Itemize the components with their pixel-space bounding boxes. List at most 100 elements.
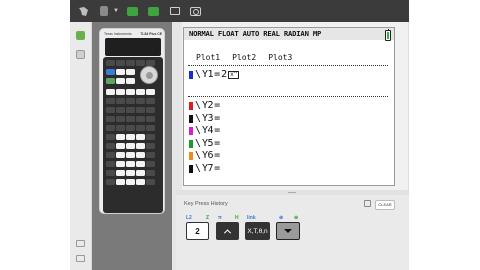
calculator-key[interactable]	[146, 143, 155, 149]
calculator-key[interactable]	[146, 125, 155, 131]
function-row-y3[interactable]: \ Y3 =	[189, 113, 221, 124]
exponent-cursor: x^	[228, 70, 240, 79]
calculator-key[interactable]	[126, 143, 135, 149]
calculator-key[interactable]	[136, 161, 145, 167]
calculator-key[interactable]	[106, 98, 115, 104]
calculator-key[interactable]	[126, 78, 135, 84]
calculator-key[interactable]	[146, 161, 155, 167]
calculator-menu-icon[interactable]	[97, 5, 111, 17]
calculator-key[interactable]	[116, 125, 125, 131]
calculator-key[interactable]	[116, 170, 125, 176]
function-row-y5[interactable]: \ Y5 =	[189, 138, 221, 149]
calculator-key[interactable]	[146, 179, 155, 185]
backslash-indicator: \	[195, 125, 202, 136]
history-key-2[interactable]: 2	[186, 222, 209, 240]
calculator-key[interactable]	[106, 170, 115, 176]
calculator-key[interactable]	[146, 116, 155, 122]
calculator-key[interactable]	[126, 125, 135, 131]
calculator-key[interactable]	[136, 152, 145, 158]
calculator-key[interactable]	[136, 60, 145, 66]
calculator-key[interactable]	[146, 98, 155, 104]
calculator-key[interactable]	[106, 134, 115, 140]
plot3-label[interactable]: Plot3	[268, 53, 292, 62]
history-key-up[interactable]	[216, 222, 239, 240]
calculator-key[interactable]	[116, 179, 125, 185]
dpad[interactable]	[140, 66, 158, 84]
chevron-down-icon[interactable]: ▼	[113, 8, 119, 14]
calculator-key[interactable]	[116, 116, 125, 122]
calculator-key[interactable]	[116, 143, 125, 149]
keypad-icon[interactable]	[126, 5, 140, 17]
calculator-keypad[interactable]	[103, 57, 163, 213]
calculator-key[interactable]	[116, 60, 125, 66]
calculator-key[interactable]	[116, 78, 125, 84]
calculator-key[interactable]	[126, 69, 135, 75]
calculator-key[interactable]	[136, 116, 145, 122]
history-key-xtthetan[interactable]: X,T,θ,n	[245, 222, 270, 240]
settings-icon[interactable]	[76, 255, 85, 262]
keyboard-icon[interactable]	[76, 240, 85, 247]
calculator-key[interactable]	[106, 161, 115, 167]
function-row-y7[interactable]: \ Y7 =	[189, 163, 221, 174]
calculator-key[interactable]	[106, 179, 115, 185]
calculator-key[interactable]	[126, 161, 135, 167]
calculator-key[interactable]	[126, 152, 135, 158]
calculator-key[interactable]	[116, 69, 125, 75]
calculator-key[interactable]	[116, 152, 125, 158]
clear-button[interactable]: CLEAR	[375, 200, 395, 210]
ti-logo-icon[interactable]	[76, 5, 90, 17]
calculator-key[interactable]	[146, 89, 155, 95]
calculator-key[interactable]	[136, 170, 145, 176]
history-key-down[interactable]	[276, 222, 300, 240]
calculator-key[interactable]	[106, 152, 115, 158]
calculator-key[interactable]	[126, 98, 135, 104]
function-expression[interactable]: 2	[221, 69, 227, 80]
calculator-key[interactable]	[136, 98, 145, 104]
function-row-y1[interactable]: \ Y1 = 2 x^	[189, 69, 240, 80]
calculator-key[interactable]	[136, 89, 145, 95]
calculator-key[interactable]	[146, 152, 155, 158]
calculator-key[interactable]	[146, 60, 155, 66]
left-rail	[70, 22, 92, 270]
calculator-key[interactable]	[126, 60, 135, 66]
calculator-key[interactable]	[136, 125, 145, 131]
calculator-key[interactable]	[136, 107, 145, 113]
calculator-key[interactable]	[136, 179, 145, 185]
calculator-key[interactable]	[126, 179, 135, 185]
display-icon[interactable]	[147, 5, 161, 17]
calculator-key[interactable]	[116, 134, 125, 140]
calculator-key[interactable]	[146, 134, 155, 140]
calculator-key[interactable]	[126, 107, 135, 113]
calculator-key[interactable]	[126, 89, 135, 95]
calculator-screen[interactable]: NORMAL FLOAT AUTO REAL RADIAN MP Plot1 P…	[183, 27, 395, 186]
calculator-key[interactable]	[126, 170, 135, 176]
function-row-y4[interactable]: \ Y4 =	[189, 125, 221, 136]
calculator-key[interactable]	[116, 98, 125, 104]
calculator-key[interactable]	[106, 143, 115, 149]
calculator-key[interactable]	[106, 60, 115, 66]
trash-icon[interactable]	[364, 200, 371, 207]
plot2-label[interactable]: Plot2	[232, 53, 256, 62]
calculator-key[interactable]	[146, 170, 155, 176]
calculator-icon[interactable]	[76, 31, 85, 40]
calculator-key[interactable]	[116, 89, 125, 95]
calculator-key[interactable]	[146, 107, 155, 113]
calculator-key[interactable]	[116, 161, 125, 167]
document-icon[interactable]	[76, 50, 85, 59]
calculator-key[interactable]	[116, 107, 125, 113]
calculator-key[interactable]	[126, 134, 135, 140]
calculator-key[interactable]	[106, 89, 115, 95]
function-row-y6[interactable]: \ Y6 =	[189, 150, 221, 161]
camera-icon[interactable]	[189, 5, 203, 17]
calculator-key[interactable]	[136, 134, 145, 140]
calculator-key[interactable]	[106, 116, 115, 122]
document-icon[interactable]	[168, 5, 182, 17]
calculator-key[interactable]	[106, 107, 115, 113]
function-row-y2[interactable]: \ Y2 =	[189, 100, 221, 111]
calculator-key[interactable]	[126, 116, 135, 122]
calculator-key[interactable]	[106, 125, 115, 131]
plot1-label[interactable]: Plot1	[196, 53, 220, 62]
calculator-key[interactable]	[106, 69, 115, 75]
calculator-key[interactable]	[136, 143, 145, 149]
calculator-key[interactable]	[106, 78, 115, 84]
